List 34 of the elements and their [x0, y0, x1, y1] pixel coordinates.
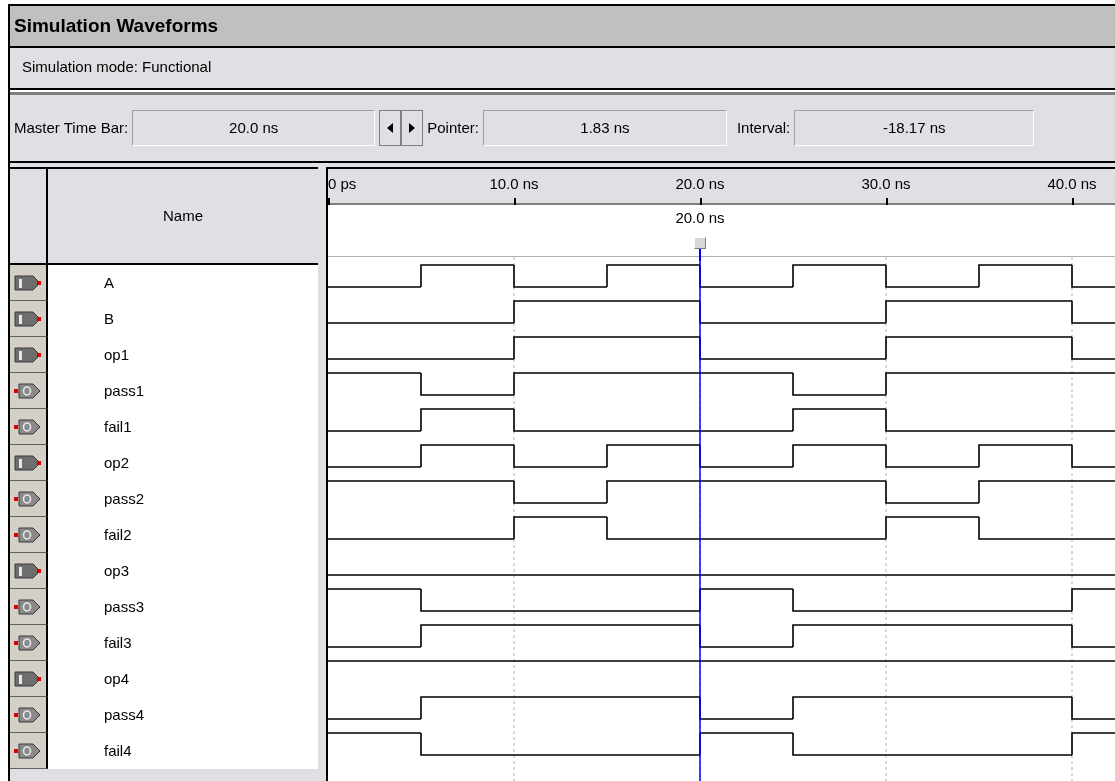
window-title: Simulation Waveforms	[14, 13, 219, 38]
interval-label: Interval:	[736, 117, 791, 138]
signal-name[interactable]: op1	[104, 343, 130, 367]
signal-name[interactable]: op3	[104, 559, 130, 583]
previous-button[interactable]	[379, 110, 402, 146]
signal-name[interactable]: pass1	[104, 379, 145, 403]
ruler-tick-label: 30.0 ns	[861, 174, 911, 194]
cursor-time-label: 20.0 ns	[675, 207, 725, 228]
name-column-header[interactable]: Name	[48, 169, 318, 263]
right-triangle-icon	[409, 123, 416, 133]
signal-name[interactable]: pass4	[104, 703, 145, 727]
signal-name[interactable]: fail2	[104, 523, 132, 547]
signal-name[interactable]: B	[104, 307, 114, 331]
interval-field[interactable]: -18.17 ns	[794, 110, 1035, 146]
signal-name[interactable]: fail4	[104, 739, 132, 763]
signal-name[interactable]: op2	[104, 451, 130, 475]
signal-name[interactable]: fail1	[104, 415, 132, 439]
ruler-tick-label: 20.0 ns	[675, 174, 725, 194]
signal-name[interactable]: pass2	[104, 487, 145, 511]
signal-name[interactable]: fail3	[104, 631, 132, 655]
simulation-mode-text: Simulation mode: Functional	[22, 57, 212, 77]
master-time-bar-label: Master Time Bar:	[14, 117, 129, 138]
next-button[interactable]	[401, 110, 424, 146]
signal-name[interactable]: op4	[104, 667, 130, 691]
cursor-handle[interactable]	[694, 236, 706, 249]
pointer-field[interactable]: 1.83 ns	[482, 110, 727, 146]
ruler-tick-label: 0 ps	[328, 174, 357, 194]
signal-name[interactable]: A	[104, 271, 114, 295]
master-time-bar-field[interactable]: 20.0 ns	[132, 110, 376, 146]
signal-name[interactable]: pass3	[104, 595, 145, 619]
ruler-tick-label: 40.0 ns	[1047, 174, 1097, 194]
left-triangle-icon	[387, 123, 394, 133]
pointer-label: Pointer:	[427, 117, 479, 138]
ruler-tick-label: 10.0 ns	[489, 174, 539, 194]
